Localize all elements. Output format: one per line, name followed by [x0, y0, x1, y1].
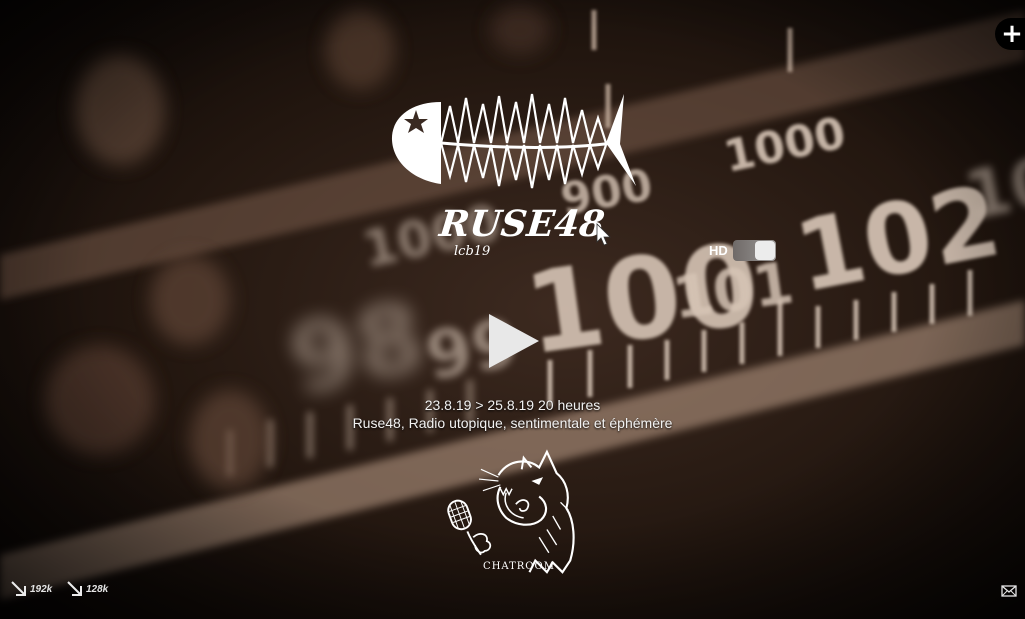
- play-button[interactable]: [487, 312, 541, 370]
- hd-switch-track[interactable]: [732, 240, 776, 261]
- hd-toggle[interactable]: HD: [709, 240, 776, 261]
- chatroom-label: CHATROOM: [483, 561, 555, 572]
- stream-128k-label: 128k: [86, 583, 109, 595]
- plus-button[interactable]: +: [995, 18, 1025, 50]
- radio-tagline: Ruse48, Radio utopique, sentimentale et …: [352, 415, 673, 431]
- chatroom-link[interactable]: CHATROOM: [436, 448, 588, 582]
- ruse48-logo[interactable]: RUSE48 lcb19: [388, 88, 648, 268]
- radio-player-page: 1000 102 100 900 101 99 98 1000 103 + RU…: [0, 0, 1025, 619]
- mail-icon[interactable]: [1001, 584, 1017, 598]
- hd-switch-knob[interactable]: [754, 241, 775, 260]
- logo-subtitle: lcb19: [454, 244, 490, 259]
- plus-icon: +: [1001, 19, 1023, 49]
- stream-192k-label: 192k: [30, 583, 53, 595]
- stream-192k-link[interactable]: 192k: [10, 580, 52, 598]
- download-arrow-icon: [67, 581, 82, 596]
- fish-tail-icon: [606, 94, 636, 186]
- stream-128k-link[interactable]: 128k: [66, 580, 108, 598]
- download-arrow-icon: [11, 581, 26, 596]
- logo-wordmark: RUSE48: [437, 202, 607, 245]
- cat-microphone-icon: [447, 449, 575, 574]
- broadcast-dates: 23.8.19 > 25.8.19 20 heures: [424, 397, 601, 413]
- hd-label: HD: [709, 243, 728, 258]
- play-icon: [489, 314, 539, 368]
